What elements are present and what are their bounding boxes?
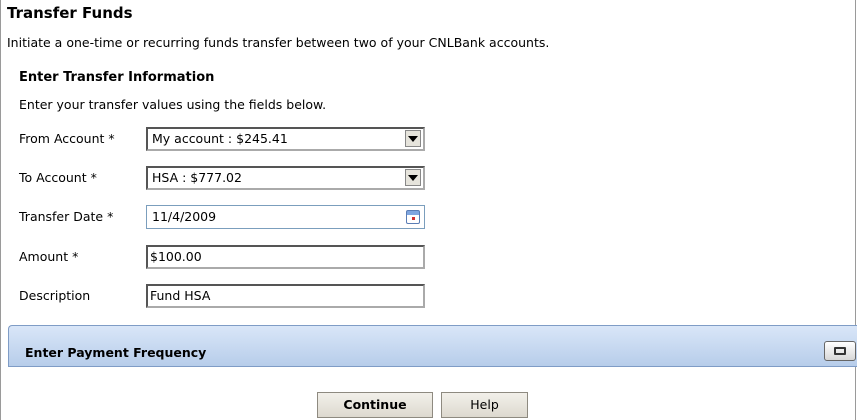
transfer-date-label: Transfer Date * <box>19 209 114 224</box>
to-account-label: To Account * <box>19 170 97 185</box>
description-field[interactable]: Fund HSA <box>146 284 425 308</box>
transfer-date-field[interactable]: 11/4/2009 <box>146 205 425 229</box>
transfer-info-heading: Enter Transfer Information <box>19 70 215 85</box>
page-title: Transfer Funds <box>7 4 133 22</box>
amount-label: Amount * <box>19 249 79 264</box>
expand-icon[interactable] <box>824 341 856 361</box>
continue-button[interactable]: Continue <box>317 392 433 418</box>
amount-value: $100.00 <box>150 249 202 264</box>
payment-frequency-heading: Enter Payment Frequency <box>25 345 207 360</box>
transfer-date-value: 11/4/2009 <box>152 209 217 224</box>
from-account-value: My account : $245.41 <box>152 131 288 146</box>
to-account-value: HSA : $777.02 <box>152 170 242 185</box>
description-value: Fund HSA <box>150 288 211 303</box>
to-account-select[interactable]: HSA : $777.02 <box>146 166 425 190</box>
from-account-label: From Account * <box>19 131 115 146</box>
calendar-icon[interactable] <box>406 210 420 224</box>
chevron-down-icon[interactable] <box>405 130 421 147</box>
page-subtitle: Initiate a one-time or recurring funds t… <box>7 35 550 50</box>
description-label: Description <box>19 288 91 303</box>
amount-field[interactable]: $100.00 <box>146 245 425 269</box>
chevron-down-icon[interactable] <box>405 169 421 186</box>
from-account-select[interactable]: My account : $245.41 <box>146 127 425 151</box>
payment-frequency-panel[interactable]: Enter Payment Frequency <box>8 325 857 367</box>
help-button[interactable]: Help <box>441 392 528 418</box>
transfer-info-description: Enter your transfer values using the fie… <box>19 97 327 112</box>
